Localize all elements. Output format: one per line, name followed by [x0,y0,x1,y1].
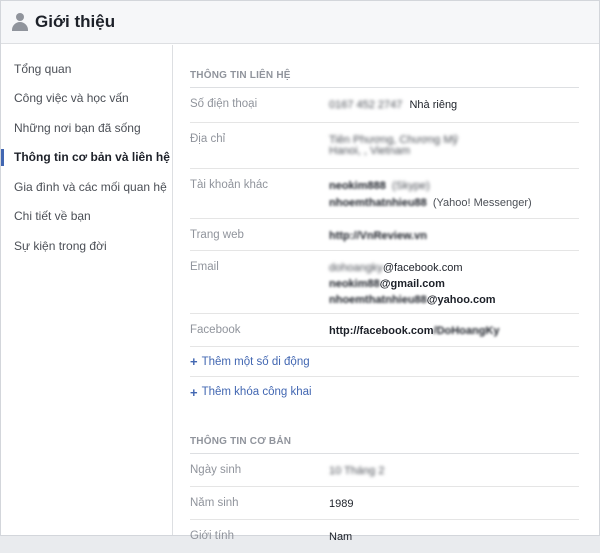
address-row: Địa chỉ Tiên Phương, Chương Mỹ Hanoi, , … [190,123,579,169]
birthday-date: 10 Tháng 2 [329,465,385,477]
email-3-domain: @yahoo.com [426,294,496,306]
sidebar-item-overview[interactable]: Tổng quan [1,54,172,84]
birth-year-row: Năm sinh 1989 [190,487,579,520]
skype-account[interactable]: neokim888 [329,180,386,192]
add-public-key-link[interactable]: + Thêm khóa công khai [190,377,579,407]
email-row: Email dohoangky@facebook.com neokim88@gm… [190,251,579,314]
email-2-user: neokim88 [329,278,380,290]
skype-type: (Skype) [391,180,430,192]
other-accounts-label: Tài khoản khác [190,179,268,191]
sidebar-item-work-education[interactable]: Công việc và học vấn [1,84,172,114]
email-3-user: nhoemthatnhieu88 [329,294,427,306]
plus-icon: + [190,384,198,400]
email-label: Email [190,261,219,273]
gender-label: Giới tính [190,530,234,542]
facebook-link-suffix: /DoHoangKy [433,325,500,337]
birthday-label: Ngày sinh [190,464,242,476]
sidebar: Tổng quan Công việc và học vấn Những nơi… [1,45,173,535]
email-1-user: dohoangky [329,262,383,274]
plus-icon: + [190,354,198,369]
add-mobile-link[interactable]: + Thêm một số di động [190,347,579,377]
website-link[interactable]: http://VnReview.vn [329,229,579,244]
facebook-value: http://facebook.com/DoHoangKy [329,314,579,346]
birth-year-label: Năm sinh [190,497,239,509]
header: Giới thiệu [1,1,599,44]
birthday-value: 10 Tháng 2 [329,454,579,486]
gender-row: Giới tính Nam [190,520,579,553]
email-1-domain: @facebook.com [382,262,463,274]
address-value: Tiên Phương, Chương Mỹ Hanoi, , Vietnam [329,123,579,168]
yahoo-type: (Yahoo! Messenger) [432,197,532,209]
gender-value: Nam [329,520,579,553]
facebook-row: Facebook http://facebook.com/DoHoangKy [190,314,579,347]
person-icon [12,13,28,31]
add-mobile-label: Thêm một số di động [201,355,310,368]
sidebar-item-contact-basic-info[interactable]: Thông tin cơ bản và liên hệ [1,143,172,173]
sidebar-item-details-about-you[interactable]: Chi tiết về bạn [1,202,172,232]
website-row: Trang web http://VnReview.vn [190,219,579,251]
phone-label: Số điện thoại [190,98,258,110]
email-value: dohoangky@facebook.com neokim88@gmail.co… [329,251,579,313]
sidebar-item-places-lived[interactable]: Những nơi bạn đã sống [1,113,172,143]
website-label: Trang web [190,229,244,241]
phone-number[interactable]: 0167 452 2747 [329,99,402,111]
other-accounts-row: Tài khoản khác neokim888 (Skype) nhoemth… [190,169,579,219]
gender: Nam [329,531,353,543]
yahoo-account[interactable]: nhoemthatnhieu88 [329,197,427,209]
email-1[interactable]: dohoangky@facebook.com [329,261,579,276]
facebook-label: Facebook [190,324,241,336]
phone-row: Số điện thoại 0167 452 2747 Nhà riêng [190,88,579,123]
address-label: Địa chỉ [190,133,226,145]
phone-value: 0167 452 2747 Nhà riêng [329,88,579,122]
facebook-link-prefix: http://facebook.com [329,325,434,337]
address-line-2[interactable]: Hanoi, , Vietnam [329,144,579,159]
website-value: http://VnReview.vn [329,219,579,250]
birth-year: 1989 [329,498,354,510]
phone-type: Nhà riêng [409,99,458,111]
birth-year-value: 1989 [329,487,579,519]
email-3[interactable]: nhoemthatnhieu88@yahoo.com [329,293,579,308]
facebook-link[interactable]: http://facebook.com/DoHoangKy [329,324,579,339]
basic-section-title: THÔNG TIN CƠ BẢN [190,436,579,454]
main-content: THÔNG TIN LIÊN HỆ Số điện thoại 0167 452… [190,45,579,543]
about-card: Giới thiệu Tổng quan Công việc và học vấ… [0,0,600,543]
email-2-domain: @gmail.com [379,278,445,290]
sidebar-item-family-relationships[interactable]: Gia đình và các mối quan hệ [1,172,172,202]
other-accounts-value: neokim888 (Skype) nhoemthatnhieu88 (Yaho… [329,169,579,218]
page-title: Giới thiệu [35,12,116,31]
birthday-row: Ngày sinh 10 Tháng 2 [190,454,579,487]
add-public-key-label: Thêm khóa công khai [201,386,312,398]
contact-section-title: THÔNG TIN LIÊN HỆ [190,70,579,88]
email-2[interactable]: neokim88@gmail.com [329,277,579,292]
sidebar-item-life-events[interactable]: Sự kiện trong đời [1,231,172,261]
